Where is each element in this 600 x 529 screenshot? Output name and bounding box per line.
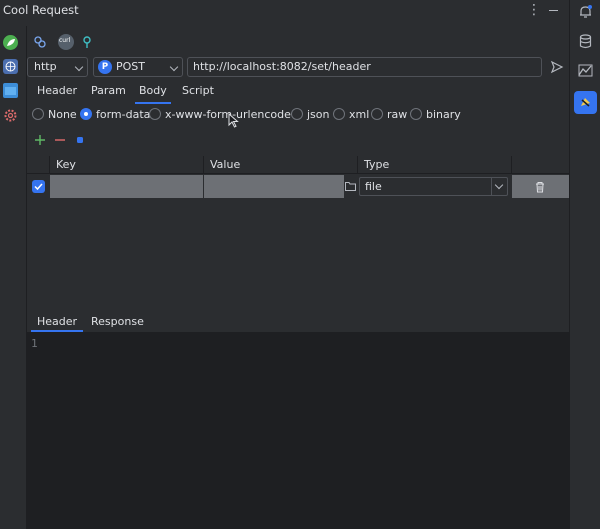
send-icon[interactable] [550,60,564,74]
window-title: Cool Request [3,3,79,17]
delete-cell[interactable] [512,175,569,198]
more-vertical-icon[interactable]: ⋮ [527,1,541,19]
cool-request-icon[interactable] [574,91,597,114]
curl-icon[interactable]: curl [58,34,74,50]
scheme-select[interactable]: http [27,57,88,77]
database-icon[interactable] [577,33,594,50]
response-tab-response[interactable]: Response [91,315,144,328]
tab-script[interactable]: Script [182,84,214,100]
settings-gear-icon[interactable] [3,108,18,123]
column-type: Type [364,158,390,171]
right-tool-strip [569,0,600,529]
method-badge-icon: P [98,60,112,74]
folder-blue-icon[interactable] [3,83,18,98]
radio-binary[interactable]: binary [410,107,461,121]
radio-raw[interactable]: raw [371,107,407,121]
table-header [27,156,569,174]
refresh-settings-icon[interactable] [33,35,47,49]
url-input[interactable]: http://localhost:8082/set/header [187,57,542,77]
folder-icon[interactable] [345,181,356,191]
radio-json[interactable]: json [291,107,330,121]
chart-icon[interactable] [577,62,594,79]
radio-none[interactable]: None [32,107,77,121]
spring-icon[interactable] [3,35,18,50]
copy-icon[interactable] [74,134,86,146]
value-cell[interactable] [204,175,344,198]
notifications-bell-icon[interactable] [577,3,594,20]
radio-x-www-form-urlencoded[interactable]: x-www-form-urlencoded [149,107,298,121]
location-pin-icon[interactable] [80,35,94,49]
line-number: 1 [31,337,38,350]
response-editor[interactable] [27,332,569,529]
row-checkbox[interactable] [32,180,45,193]
key-cell[interactable] [50,175,203,198]
add-icon[interactable] [34,134,46,146]
left-tool-strip [0,28,22,529]
tab-param[interactable]: Param [91,84,126,100]
chevron-down-icon [494,180,504,190]
remove-icon[interactable] [54,134,66,146]
tab-header[interactable]: Header [37,84,77,100]
text-cursor-icon [228,112,240,129]
method-select[interactable]: P POST [93,57,183,77]
radio-form-data[interactable]: form-data [80,107,150,121]
type-select[interactable]: file [359,177,508,196]
minimize-icon[interactable] [547,1,561,19]
tab-body[interactable]: Body [135,84,171,104]
title-bar [0,0,569,22]
response-tab-header[interactable]: Header [30,315,84,332]
http-globe-icon[interactable] [3,59,18,74]
chevron-down-icon [169,62,179,72]
column-key: Key [56,158,76,171]
column-value: Value [210,158,241,171]
chevron-down-icon [74,62,84,72]
radio-xml[interactable]: xml [333,107,369,121]
trash-icon [536,182,544,193]
